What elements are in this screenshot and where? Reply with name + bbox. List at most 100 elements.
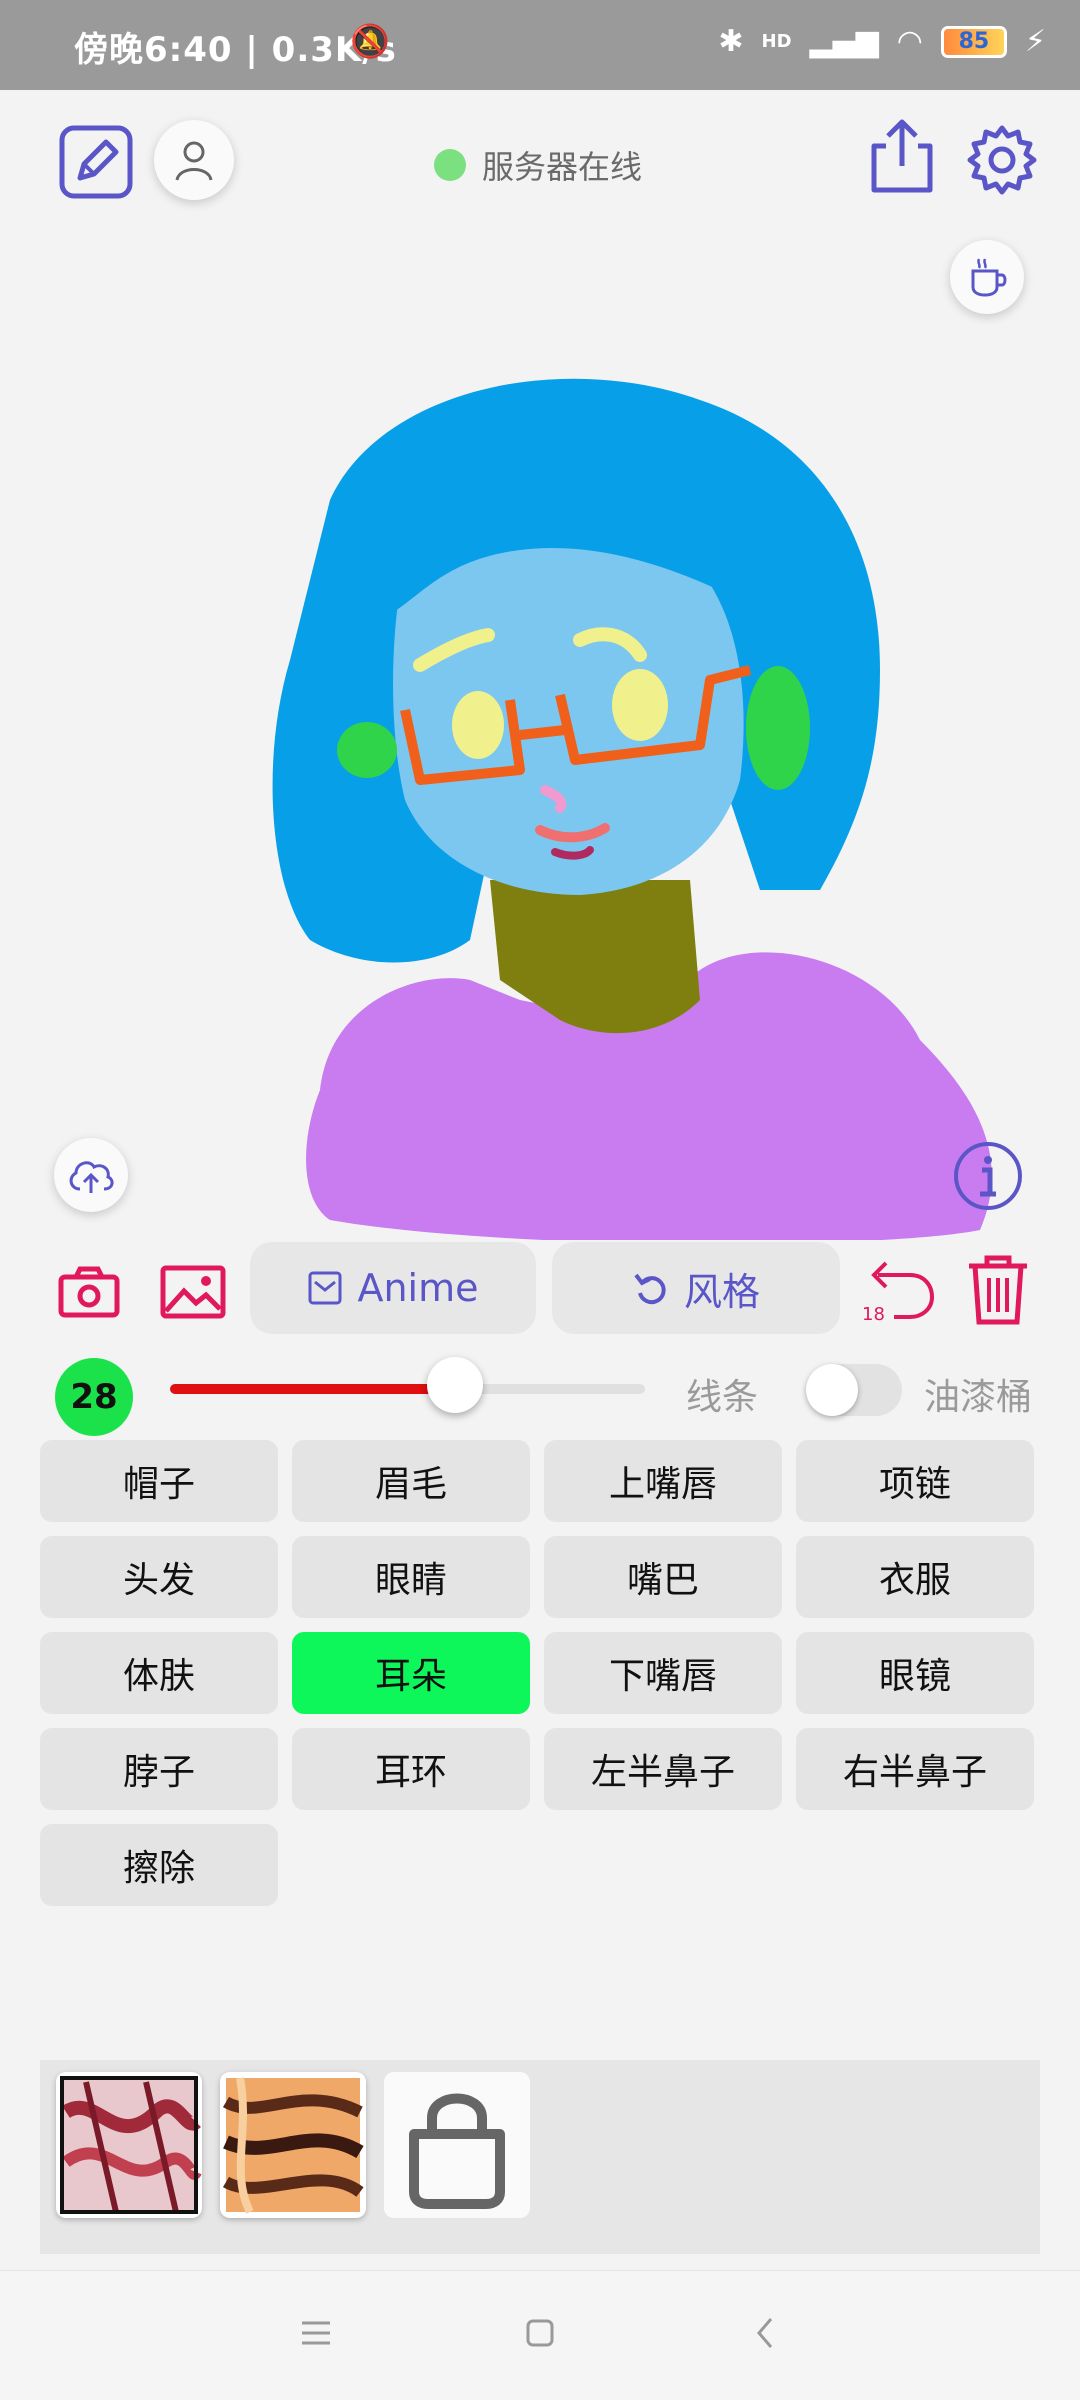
back-nav-button[interactable] [734, 2301, 798, 2365]
share-icon [871, 119, 933, 193]
part-button[interactable]: 耳环 [292, 1728, 530, 1810]
part-label: 脖子 [122, 1752, 195, 1793]
menu-icon [302, 2321, 330, 2345]
style-preview-image [60, 2076, 202, 2214]
style-button[interactable]: 风格 [552, 1242, 840, 1334]
status-time: 傍晚6:40 | 0.3K/s [74, 30, 397, 70]
part-button[interactable]: 右半鼻子 [796, 1728, 1034, 1810]
part-label: 衣服 [878, 1560, 951, 1601]
bell-off-icon: 🔕 [350, 22, 390, 60]
part-button[interactable]: 嘴巴 [544, 1536, 782, 1618]
part-label: 嘴巴 [626, 1560, 699, 1601]
style-preview-image [222, 2077, 364, 2214]
info-icon [954, 1142, 1022, 1210]
slider-fill [170, 1384, 455, 1394]
coffee-button[interactable] [950, 240, 1024, 314]
upload-button[interactable] [54, 1138, 128, 1212]
anime-button[interactable]: Anime [250, 1242, 536, 1334]
trash-icon [969, 1255, 1027, 1325]
settings-icon [967, 125, 1037, 195]
part-button[interactable]: 项链 [796, 1440, 1034, 1522]
part-label: 眼睛 [374, 1560, 447, 1601]
part-label: 体肤 [122, 1656, 195, 1697]
image-icon [160, 1265, 226, 1319]
undo-button[interactable]: 18 [858, 1252, 938, 1328]
part-button[interactable]: 帽子 [40, 1440, 278, 1522]
part-label: 头发 [122, 1560, 195, 1601]
mail-icon [308, 1271, 342, 1305]
part-button[interactable]: 眉毛 [292, 1440, 530, 1522]
style-label: 风格 [683, 1269, 760, 1314]
edit-icon [59, 125, 133, 199]
coffee-icon [971, 258, 1007, 297]
part-label: 下嘴唇 [608, 1656, 717, 1697]
part-button[interactable]: 脖子 [40, 1728, 278, 1810]
battery-indicator: 85 [940, 25, 1007, 58]
part-label: 上嘴唇 [608, 1464, 717, 1505]
gallery-button[interactable] [158, 1260, 228, 1324]
edit-button[interactable] [56, 122, 136, 202]
top-bar: 服务器在线 [0, 92, 1080, 232]
wifi-icon: ◠ [896, 24, 923, 59]
charging-icon: ⚡ [1024, 24, 1046, 59]
info-button[interactable] [952, 1140, 1024, 1212]
menu-nav-button[interactable] [284, 2301, 348, 2365]
user-button[interactable] [154, 120, 234, 200]
part-button[interactable]: 眼镜 [796, 1632, 1034, 1714]
undo-count: 18 [862, 1304, 885, 1325]
style-thumbnail[interactable] [220, 2072, 366, 2218]
bag-icon [409, 2093, 505, 2209]
part-button[interactable]: 头发 [40, 1536, 278, 1618]
back-icon [757, 2318, 773, 2348]
portrait-drawing [272, 378, 992, 1244]
signal-icon: ▂▄▆ [809, 24, 879, 59]
part-button[interactable]: 耳朵 [292, 1632, 530, 1714]
bucket-mode-label: 油漆桶 [924, 1377, 1033, 1418]
style-thumbnail[interactable] [56, 2072, 202, 2218]
settings-button[interactable] [960, 118, 1044, 202]
part-button[interactable]: 衣服 [796, 1536, 1034, 1618]
part-button[interactable]: 体肤 [40, 1632, 278, 1714]
part-label: 眼镜 [878, 1656, 951, 1697]
upload-icon [69, 1161, 114, 1193]
part-button[interactable]: 左半鼻子 [544, 1728, 782, 1810]
drawing-canvas[interactable] [0, 240, 1080, 1244]
part-button[interactable]: 擦除 [40, 1824, 278, 1906]
refresh-icon [634, 1273, 666, 1305]
bucket-toggle[interactable] [806, 1364, 902, 1416]
part-label: 右半鼻子 [842, 1752, 987, 1793]
brush-size-badge: 28 [55, 1358, 133, 1436]
part-label: 帽子 [122, 1464, 195, 1505]
camera-icon [58, 1266, 120, 1318]
style-tray [40, 2060, 1040, 2254]
shop-button[interactable] [384, 2072, 530, 2218]
camera-button[interactable] [54, 1260, 124, 1324]
toggle-knob[interactable] [806, 1364, 858, 1416]
user-icon [175, 141, 213, 181]
line-mode-label: 线条 [686, 1377, 759, 1418]
home-nav-button[interactable] [508, 2301, 572, 2365]
system-nav-bar [0, 2270, 1080, 2400]
anime-label: Anime [357, 1266, 479, 1310]
parts-grid: 帽子 眉毛 上嘴唇 项链头发 眼睛 嘴巴 衣服体肤 耳朵 下嘴唇 眼镜脖子 耳环 左半鼻子 右半鼻子擦除 [40, 1440, 1040, 1906]
share-button[interactable] [860, 114, 944, 198]
server-status-label: 服务器在线 [482, 148, 643, 186]
part-label: 耳环 [374, 1752, 447, 1793]
brush-size-slider[interactable] [170, 1357, 645, 1413]
part-label: 擦除 [122, 1848, 195, 1889]
part-label: 耳朵 [374, 1656, 447, 1697]
part-button[interactable]: 眼睛 [292, 1536, 530, 1618]
action-toolbar: Anime 风格 18 [0, 1240, 1080, 1340]
part-label: 项链 [878, 1464, 951, 1505]
part-button[interactable]: 上嘴唇 [544, 1440, 782, 1522]
status-dot [434, 149, 466, 181]
home-icon [526, 2319, 554, 2347]
clear-button[interactable] [960, 1252, 1036, 1328]
part-button[interactable]: 下嘴唇 [544, 1632, 782, 1714]
server-status: 服务器在线 [434, 142, 642, 188]
part-label: 眉毛 [374, 1464, 447, 1505]
status-bar: 傍晚6:40 | 0.3K/s 🔕 ✱ HD ▂▄▆ ◠ 85 ⚡ [0, 0, 1080, 90]
network-label: HD [761, 31, 792, 52]
part-label: 左半鼻子 [590, 1752, 735, 1793]
slider-thumb[interactable] [427, 1357, 483, 1413]
